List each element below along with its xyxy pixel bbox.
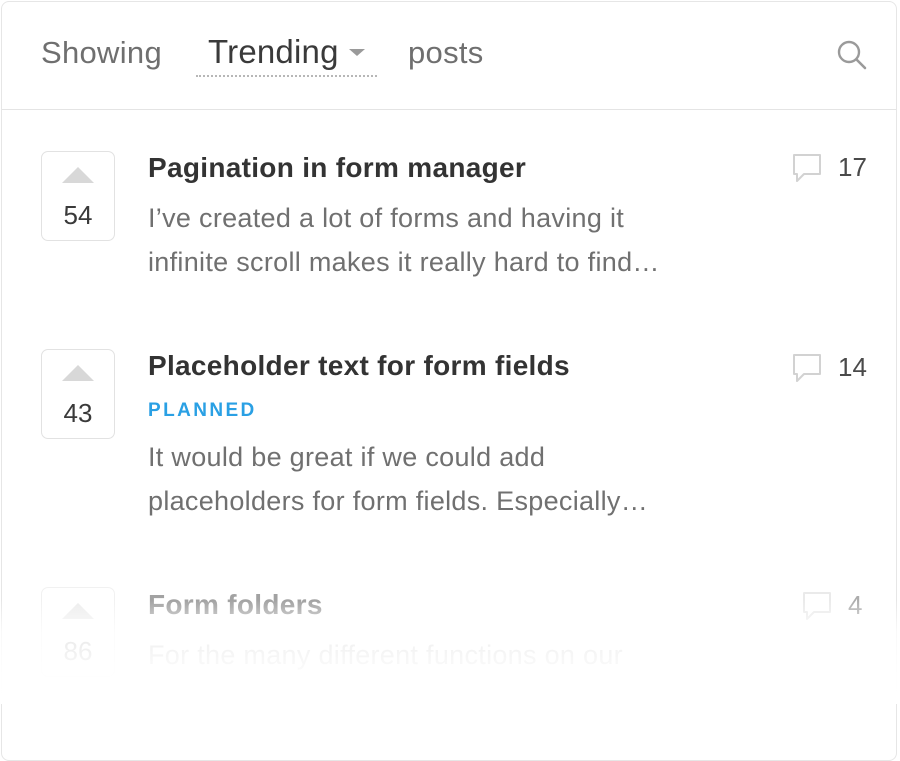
comment-count: 14: [838, 352, 867, 382]
vote-count: 43: [63, 398, 93, 428]
upvote-arrow-icon: [62, 167, 94, 183]
post-excerpt-line: For the many different functions on our: [148, 640, 623, 670]
post-excerpt-line: placeholders for form fields. Especially…: [148, 486, 649, 516]
posts-card: Showing Trending posts 54 Pagination in …: [1, 1, 897, 761]
sort-filter-dropdown[interactable]: Trending: [196, 31, 377, 77]
post-excerpt-line: infinite scroll makes it really hard to …: [148, 247, 660, 277]
upvote-button[interactable]: 43: [41, 349, 115, 439]
search-icon[interactable]: [836, 39, 868, 71]
sort-filter-value: Trending: [208, 33, 339, 70]
comments-link[interactable]: 14: [790, 351, 880, 387]
upvote-arrow-icon: [62, 365, 94, 381]
posts-header: Showing Trending posts: [2, 2, 896, 110]
post-excerpt-line: I’ve created a lot of forms and having i…: [148, 203, 625, 233]
comments-link[interactable]: 4: [800, 589, 890, 625]
upvote-button[interactable]: 54: [41, 151, 115, 241]
showing-label: Showing: [41, 35, 163, 70]
chevron-down-icon: [348, 49, 365, 56]
comment-bubble-icon: [793, 154, 821, 182]
post-title[interactable]: Pagination in form manager: [148, 151, 526, 185]
upvote-arrow-icon: [62, 603, 94, 619]
post-title[interactable]: Form folders: [148, 588, 323, 622]
comment-count: 17: [838, 152, 867, 182]
vote-count: 86: [63, 636, 93, 666]
comments-link[interactable]: 17: [790, 151, 880, 187]
comment-bubble-icon: [793, 354, 821, 382]
post-excerpt-line: It would be great if we could add: [148, 442, 546, 472]
vote-count: 54: [63, 200, 93, 230]
post-title[interactable]: Placeholder text for form fields: [148, 349, 570, 383]
comment-bubble-icon: [803, 592, 831, 620]
comment-count: 4: [848, 590, 863, 620]
upvote-button[interactable]: 86: [41, 587, 115, 677]
status-badge: PLANNED: [148, 400, 257, 421]
posts-label: posts: [408, 35, 484, 70]
